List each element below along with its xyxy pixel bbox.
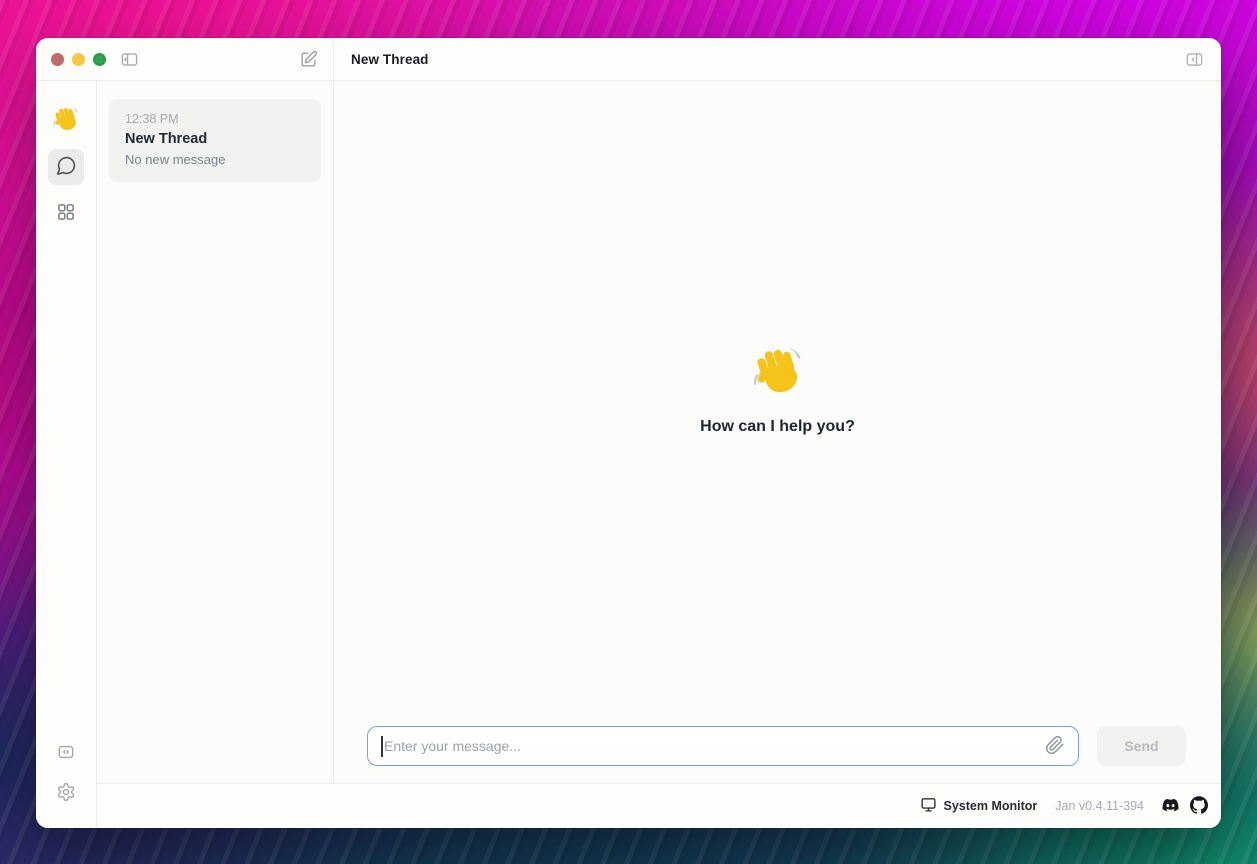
- minimize-window-button[interactable]: [72, 53, 85, 66]
- header-left-toolbar: [36, 38, 334, 80]
- sidebar-item-hub[interactable]: [48, 195, 84, 231]
- github-link[interactable]: [1190, 796, 1208, 817]
- chat-bubble-icon: [56, 155, 77, 179]
- system-monitor-label: System Monitor: [944, 799, 1038, 813]
- message-input[interactable]: [368, 727, 1041, 765]
- compose-pencil-icon: [299, 50, 318, 69]
- message-input-container[interactable]: [367, 726, 1079, 766]
- icon-sidebar: [36, 81, 97, 828]
- status-footer: System Monitor Jan v0.4.11-394: [97, 783, 1221, 828]
- panel-right-collapse-icon: [1185, 50, 1204, 69]
- new-thread-button[interactable]: [299, 50, 318, 69]
- discord-icon: [1160, 797, 1181, 816]
- sidebar-top-group: [48, 105, 84, 231]
- waving-hand-emoji: [751, 344, 805, 398]
- message-composer: Send: [334, 726, 1221, 783]
- zoom-window-button[interactable]: [93, 53, 106, 66]
- text-caret: [381, 736, 383, 757]
- thread-list: 12:38 PM New Thread No new message: [97, 81, 334, 783]
- empty-state: How can I help you?: [334, 67, 1221, 712]
- thread-subtitle: No new message: [125, 152, 305, 167]
- content-row: 12:38 PM New Thread No new message: [97, 81, 1221, 783]
- settings-gear-icon: [56, 782, 76, 805]
- discord-link[interactable]: [1160, 797, 1181, 816]
- attachment-button[interactable]: [1041, 735, 1078, 758]
- right-area: 12:38 PM New Thread No new message: [97, 81, 1221, 828]
- monitor-icon: [920, 796, 937, 816]
- window-body: 12:38 PM New Thread No new message: [36, 81, 1221, 828]
- sidebar-bottom-group: [48, 738, 84, 808]
- collapse-right-panel-button[interactable]: [1185, 50, 1204, 69]
- collapse-left-panel-button[interactable]: [120, 50, 139, 69]
- page-title: New Thread: [351, 52, 429, 67]
- sidebar-item-threads[interactable]: [48, 149, 84, 185]
- close-window-button[interactable]: [51, 53, 64, 66]
- thread-time: 12:38 PM: [125, 112, 305, 126]
- waving-hand-emoji: [52, 105, 80, 133]
- chat-main: How can I help you?: [334, 81, 1221, 783]
- app-version: Jan v0.4.11-394: [1055, 799, 1144, 813]
- panel-left-collapse-icon: [120, 50, 139, 69]
- thread-list-item[interactable]: 12:38 PM New Thread No new message: [109, 99, 321, 182]
- hub-grid-icon: [56, 202, 76, 225]
- sidebar-item-settings[interactable]: [48, 778, 84, 808]
- desktop-wallpaper: New Thread: [0, 0, 1257, 864]
- local-api-server-icon: [56, 742, 76, 765]
- github-icon: [1190, 796, 1208, 817]
- send-button[interactable]: Send: [1097, 726, 1186, 766]
- window-controls: [51, 53, 106, 66]
- greeting-text: How can I help you?: [700, 418, 855, 436]
- thread-title: New Thread: [125, 131, 305, 147]
- sidebar-item-local-api-server[interactable]: [48, 738, 84, 768]
- system-monitor-button[interactable]: System Monitor: [920, 796, 1038, 816]
- jan-app-window: New Thread: [36, 38, 1221, 828]
- paperclip-icon: [1045, 735, 1065, 758]
